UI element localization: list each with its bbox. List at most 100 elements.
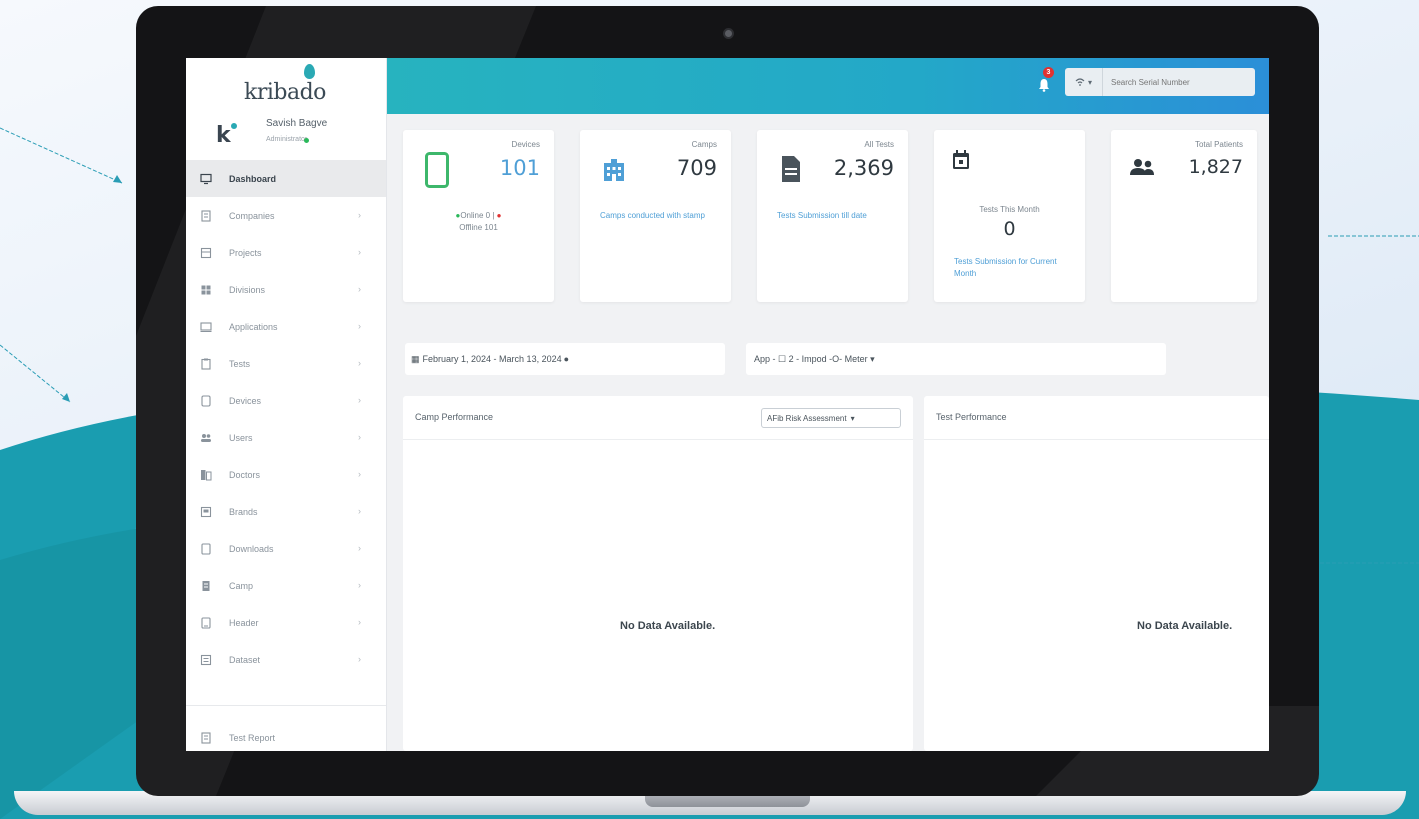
sidebar-item-label: Dashboard <box>229 173 277 184</box>
app-select[interactable]: App - ☐ 2 - Impod -O- Meter ▾ <box>746 343 1166 375</box>
patients-icon <box>1130 159 1154 175</box>
sidebar-item-test-report[interactable]: Test Report <box>186 723 386 751</box>
chevron-right-icon: › <box>358 580 361 590</box>
sidebar-item-doctors[interactable]: Doctors › <box>186 456 386 493</box>
sidebar-item-devices[interactable]: Devices › <box>186 382 386 419</box>
chevron-down-icon: ▾ <box>850 413 855 423</box>
sidebar: kribado k Savish Bagve Administrator Das… <box>186 58 387 751</box>
tablet-icon <box>425 152 449 188</box>
serial-search: ▾ <box>1065 68 1255 96</box>
search-input[interactable] <box>1103 68 1255 96</box>
empty-state: No Data Available. <box>1137 620 1233 632</box>
all-tests-card[interactable]: All Tests 2,369 Tests Submission till da… <box>757 130 908 302</box>
sidebar-item-users[interactable]: Users › <box>186 419 386 456</box>
sidebar-divider <box>186 705 386 706</box>
calendar-icon: ▦ <box>411 353 420 364</box>
sidebar-item-companies[interactable]: Companies › <box>186 197 386 234</box>
building-icon <box>200 209 212 222</box>
window-icon <box>200 321 212 333</box>
user-avatar: k <box>216 123 231 148</box>
sidebar-item-dataset[interactable]: Dataset › <box>186 641 386 678</box>
camp-performance-panel: Camp Performance AFib Risk Assessment ▾ … <box>403 396 913 751</box>
folder-icon <box>200 247 212 259</box>
panel-title: Test Performance <box>936 412 1007 422</box>
chevron-right-icon: › <box>358 358 361 368</box>
clipboard-icon <box>200 358 212 370</box>
camps-link[interactable]: Camps conducted with stamp <box>600 210 710 222</box>
document-icon <box>782 156 800 182</box>
sidebar-item-header[interactable]: Header › <box>186 604 386 641</box>
sidebar-item-label: Downloads <box>229 543 274 554</box>
sidebar-item-applications[interactable]: Applications › <box>186 308 386 345</box>
sidebar-menu: Dashboard Companies › Projects › Divisio… <box>186 160 386 678</box>
clear-date-icon[interactable]: ● <box>564 354 569 364</box>
sidebar-item-label: Users <box>229 432 253 443</box>
devices-card[interactable]: Devices 101 ●Online 0 | ● Offline 101 <box>403 130 554 302</box>
app-select-value: App - ☐ 2 - Impod -O- Meter ▾ <box>754 353 875 364</box>
sidebar-item-label: Header <box>229 617 259 628</box>
sidebar-item-label: Companies <box>229 210 275 221</box>
patients-value: 1,827 <box>1188 156 1243 178</box>
sidebar-item-downloads[interactable]: Downloads › <box>186 530 386 567</box>
devices-online: Online 0 <box>460 211 491 220</box>
camps-card[interactable]: Camps 709 Camps conducted with stamp <box>580 130 731 302</box>
wifi-icon <box>1075 78 1085 86</box>
camps-label: Camps <box>691 140 717 149</box>
patients-label: Total Patients <box>1194 140 1243 149</box>
tent-icon <box>200 580 212 592</box>
sidebar-item-label: Test Report <box>229 733 276 743</box>
chevron-right-icon: › <box>358 247 361 257</box>
chevron-right-icon: › <box>358 617 361 627</box>
online-status-icon <box>304 138 309 143</box>
status-separator: | <box>492 211 495 220</box>
sidebar-item-dashboard[interactable]: Dashboard <box>186 160 386 197</box>
logo-drop-icon <box>304 64 315 79</box>
user-name: Savish Bagve <box>266 118 328 129</box>
chevron-right-icon: › <box>358 506 361 516</box>
sidebar-item-label: Brands <box>229 506 258 517</box>
chevron-right-icon: › <box>358 210 361 220</box>
sidebar-item-tests[interactable]: Tests › <box>186 345 386 382</box>
chevron-right-icon: › <box>358 432 361 442</box>
chevron-right-icon: › <box>358 284 361 294</box>
chevron-right-icon: › <box>358 654 361 664</box>
sidebar-item-label: Tests <box>229 358 251 369</box>
sidebar-item-label: Applications <box>229 321 278 332</box>
devices-status: ●Online 0 | ● Offline 101 <box>455 211 502 232</box>
sidebar-item-label: Dataset <box>229 654 261 665</box>
all-tests-value: 2,369 <box>833 156 894 180</box>
date-range-picker[interactable]: ▦ February 1, 2024 - March 13, 2024 ● <box>405 343 725 375</box>
sidebar-item-projects[interactable]: Projects › <box>186 234 386 271</box>
sidebar-item-camp[interactable]: Camp › <box>186 567 386 604</box>
all-tests-link[interactable]: Tests Submission till date <box>777 210 892 222</box>
sidebar-item-brands[interactable]: Brands › <box>186 493 386 530</box>
app-screen: kribado k Savish Bagve Administrator Das… <box>186 58 1269 751</box>
stethoscope-icon <box>200 469 212 481</box>
tests-month-link[interactable]: Tests Submission for Current Month <box>954 256 1069 280</box>
chevron-right-icon: › <box>358 321 361 331</box>
webcam-icon <box>723 28 734 39</box>
users-icon <box>200 432 212 444</box>
grid-icon <box>200 284 212 296</box>
devices-value: 101 <box>499 156 540 180</box>
hospital-icon <box>604 159 624 181</box>
sidebar-item-label: Projects <box>229 247 262 258</box>
report-icon <box>200 732 212 744</box>
filter-bar: ▦ February 1, 2024 - March 13, 2024 ● Ap… <box>405 343 1269 375</box>
avatar-dot-icon <box>231 123 237 129</box>
chevron-down-icon: ▾ <box>1087 77 1092 87</box>
search-filter-dropdown[interactable]: ▾ <box>1065 68 1103 96</box>
brand-logo[interactable]: kribado <box>244 80 326 105</box>
bell-icon[interactable] <box>1037 78 1051 92</box>
sidebar-item-divisions[interactable]: Divisions › <box>186 271 386 308</box>
sidebar-item-label: Devices <box>229 395 262 406</box>
tests-month-value: 0 <box>1003 218 1016 240</box>
header-icon <box>200 616 212 629</box>
tests-month-label: Tests This Month <box>979 205 1040 214</box>
calendar-icon <box>953 150 969 169</box>
all-tests-label: All Tests <box>864 140 894 149</box>
devices-label: Devices <box>511 140 540 149</box>
assessment-select[interactable]: AFib Risk Assessment ▾ <box>761 408 901 428</box>
patients-card[interactable]: Total Patients 1,827 <box>1111 130 1257 302</box>
tests-month-card[interactable]: Tests This Month 0 Tests Submission for … <box>934 130 1085 302</box>
